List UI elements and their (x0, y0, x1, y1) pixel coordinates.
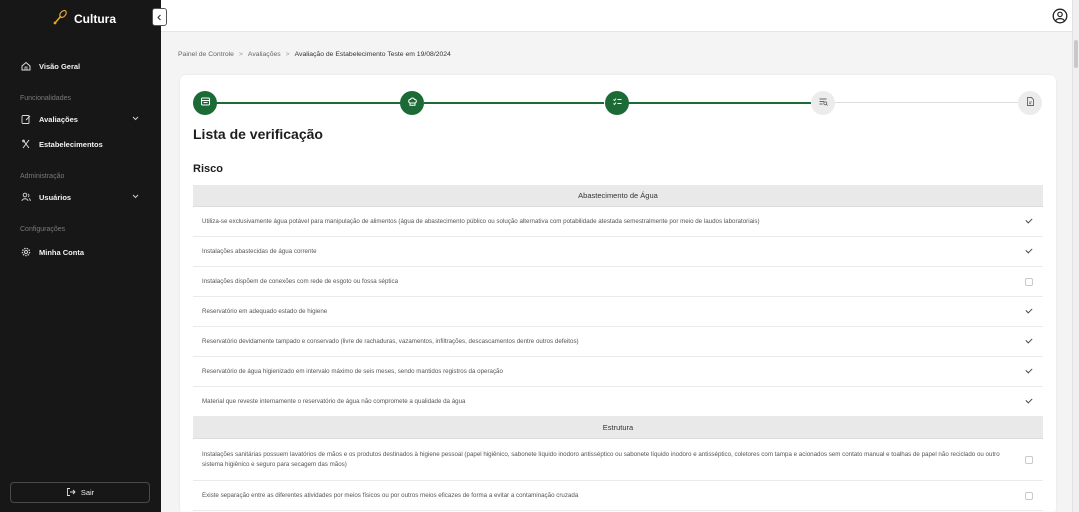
sidebar-item-label: Estabelecimentos (39, 139, 103, 149)
section-title: Risco (193, 163, 223, 175)
step-manipulador[interactable] (400, 91, 424, 115)
group-header-abastecimento: Abastecimento de Água (193, 185, 1043, 207)
checklist-card: Lista de verificação Risco Abastecimento… (180, 75, 1056, 512)
sidebar-collapse-button[interactable] (152, 8, 167, 26)
sidebar-item-visao-geral[interactable]: Visão Geral (20, 59, 142, 73)
checklist-checkbox[interactable] (1025, 338, 1033, 346)
checklist-item-text: Utiliza-se exclusivamente água potável p… (202, 217, 760, 225)
document-icon (1025, 94, 1036, 112)
users-icon (20, 191, 32, 203)
chevron-left-icon (156, 8, 163, 26)
page-scrollbar[interactable] (1072, 0, 1079, 512)
checklist-row: Existe separação entre as diferentes ati… (193, 481, 1043, 511)
breadcrumb-item-painel[interactable]: Painel de Controle (178, 51, 234, 58)
checklist-item-text: Existe separação entre as diferentes ati… (202, 491, 579, 499)
scrollbar-thumb[interactable] (1074, 40, 1078, 68)
chef-hat-icon (407, 94, 418, 112)
sidebar-item-label: Minha Conta (39, 247, 84, 257)
section-label-funcionalidades: Funcionalidades (20, 95, 71, 102)
breadcrumb-separator: > (238, 51, 243, 58)
section-label-administracao: Administração (20, 173, 65, 180)
breadcrumb: Painel de Controle > Avaliações > Avalia… (178, 51, 451, 58)
breadcrumb-item-current: Avaliação de Estabelecimento Teste em 19… (294, 51, 451, 58)
utensils-icon (20, 138, 32, 150)
checklist-checkbox[interactable] (1025, 277, 1033, 286)
logout-icon (66, 487, 76, 499)
checklist-table: Abastecimento de Água Utiliza-se exclusi… (193, 185, 1043, 511)
sidebar-item-avaliacoes[interactable]: Avaliações (20, 112, 142, 126)
user-account-icon[interactable] (1052, 8, 1068, 24)
sidebar-item-minha-conta[interactable]: Minha Conta (20, 245, 142, 259)
group-header-estrutura: Estrutura (193, 417, 1043, 439)
checklist-checkbox[interactable] (1025, 248, 1033, 256)
checklist-item-text: Instalações dispõem de conexões com rede… (202, 277, 399, 285)
topbar (161, 0, 1079, 32)
breadcrumb-item-avaliacoes[interactable]: Avaliações (248, 51, 281, 58)
whisk-logo-icon (52, 9, 68, 30)
sidebar-item-estabelecimentos[interactable]: Estabelecimentos (20, 137, 142, 151)
checklist-row: Reservatório em adequado estado de higie… (193, 297, 1043, 327)
checklist-checkbox[interactable] (1025, 491, 1033, 500)
home-icon (20, 60, 32, 72)
checklist-item-text: Reservatório devidamente tampado e conse… (202, 337, 579, 345)
checklist-checkbox[interactable] (1025, 398, 1033, 406)
checklist-row: Instalações dispõem de conexões com rede… (193, 267, 1043, 297)
brand-logo[interactable]: Cultura (52, 9, 116, 29)
logout-button[interactable]: Sair (10, 482, 150, 503)
list-search-icon (818, 94, 829, 112)
step-relatorio[interactable] (1018, 91, 1042, 115)
checklist-row: Instalações abastecidas de água corrente (193, 237, 1043, 267)
stepper-connector (835, 102, 1018, 103)
checklist-item-text: Instalações sanitárias possuem lavatório… (202, 450, 1000, 468)
checklist-row: Reservatório de água higienizado em inte… (193, 357, 1043, 387)
step-estabelecimento[interactable] (193, 91, 217, 115)
sidebar-item-label: Avaliações (39, 114, 78, 124)
checklist-row: Material que reveste internamente o rese… (193, 387, 1043, 417)
checklist-checkbox[interactable] (1025, 455, 1033, 464)
stepper-connector (628, 102, 811, 104)
step-lista-verificacao[interactable] (605, 91, 629, 115)
sidebar: Cultura Visão Geral Funcionalidades Aval… (0, 0, 161, 512)
checklist-checkbox[interactable] (1025, 368, 1033, 376)
checklist-item-text: Instalações abastecidas de água corrente (202, 247, 317, 255)
store-icon (200, 94, 211, 112)
section-label-configuracoes: Configurações (20, 226, 66, 233)
stepper-connector (424, 102, 604, 104)
checklist-row: Utiliza-se exclusivamente água potável p… (193, 207, 1043, 237)
clipboard-edit-icon (20, 113, 32, 125)
checklist-icon (612, 94, 623, 112)
brand-name: Cultura (74, 12, 116, 26)
chevron-down-icon (131, 114, 140, 125)
page-title: Lista de verificação (193, 126, 323, 142)
checklist-checkbox[interactable] (1025, 218, 1033, 226)
logout-label: Sair (80, 488, 95, 497)
chevron-down-icon (131, 192, 140, 203)
breadcrumb-separator: > (285, 51, 290, 58)
step-observacoes[interactable] (811, 91, 835, 115)
sidebar-item-label: Visão Geral (39, 61, 81, 71)
checklist-item-text: Material que reveste internamente o rese… (202, 397, 466, 405)
checklist-item-text: Reservatório em adequado estado de higie… (202, 307, 328, 315)
checklist-item-text: Reservatório de água higienizado em inte… (202, 367, 503, 375)
checklist-row: Reservatório devidamente tampado e conse… (193, 327, 1043, 357)
checklist-checkbox[interactable] (1025, 308, 1033, 316)
checklist-row: Instalações sanitárias possuem lavatório… (193, 439, 1043, 481)
sidebar-item-usuarios[interactable]: Usuários (20, 190, 142, 204)
sidebar-item-label: Usuários (39, 192, 72, 202)
gear-icon (20, 246, 32, 258)
stepper-connector (216, 102, 404, 104)
